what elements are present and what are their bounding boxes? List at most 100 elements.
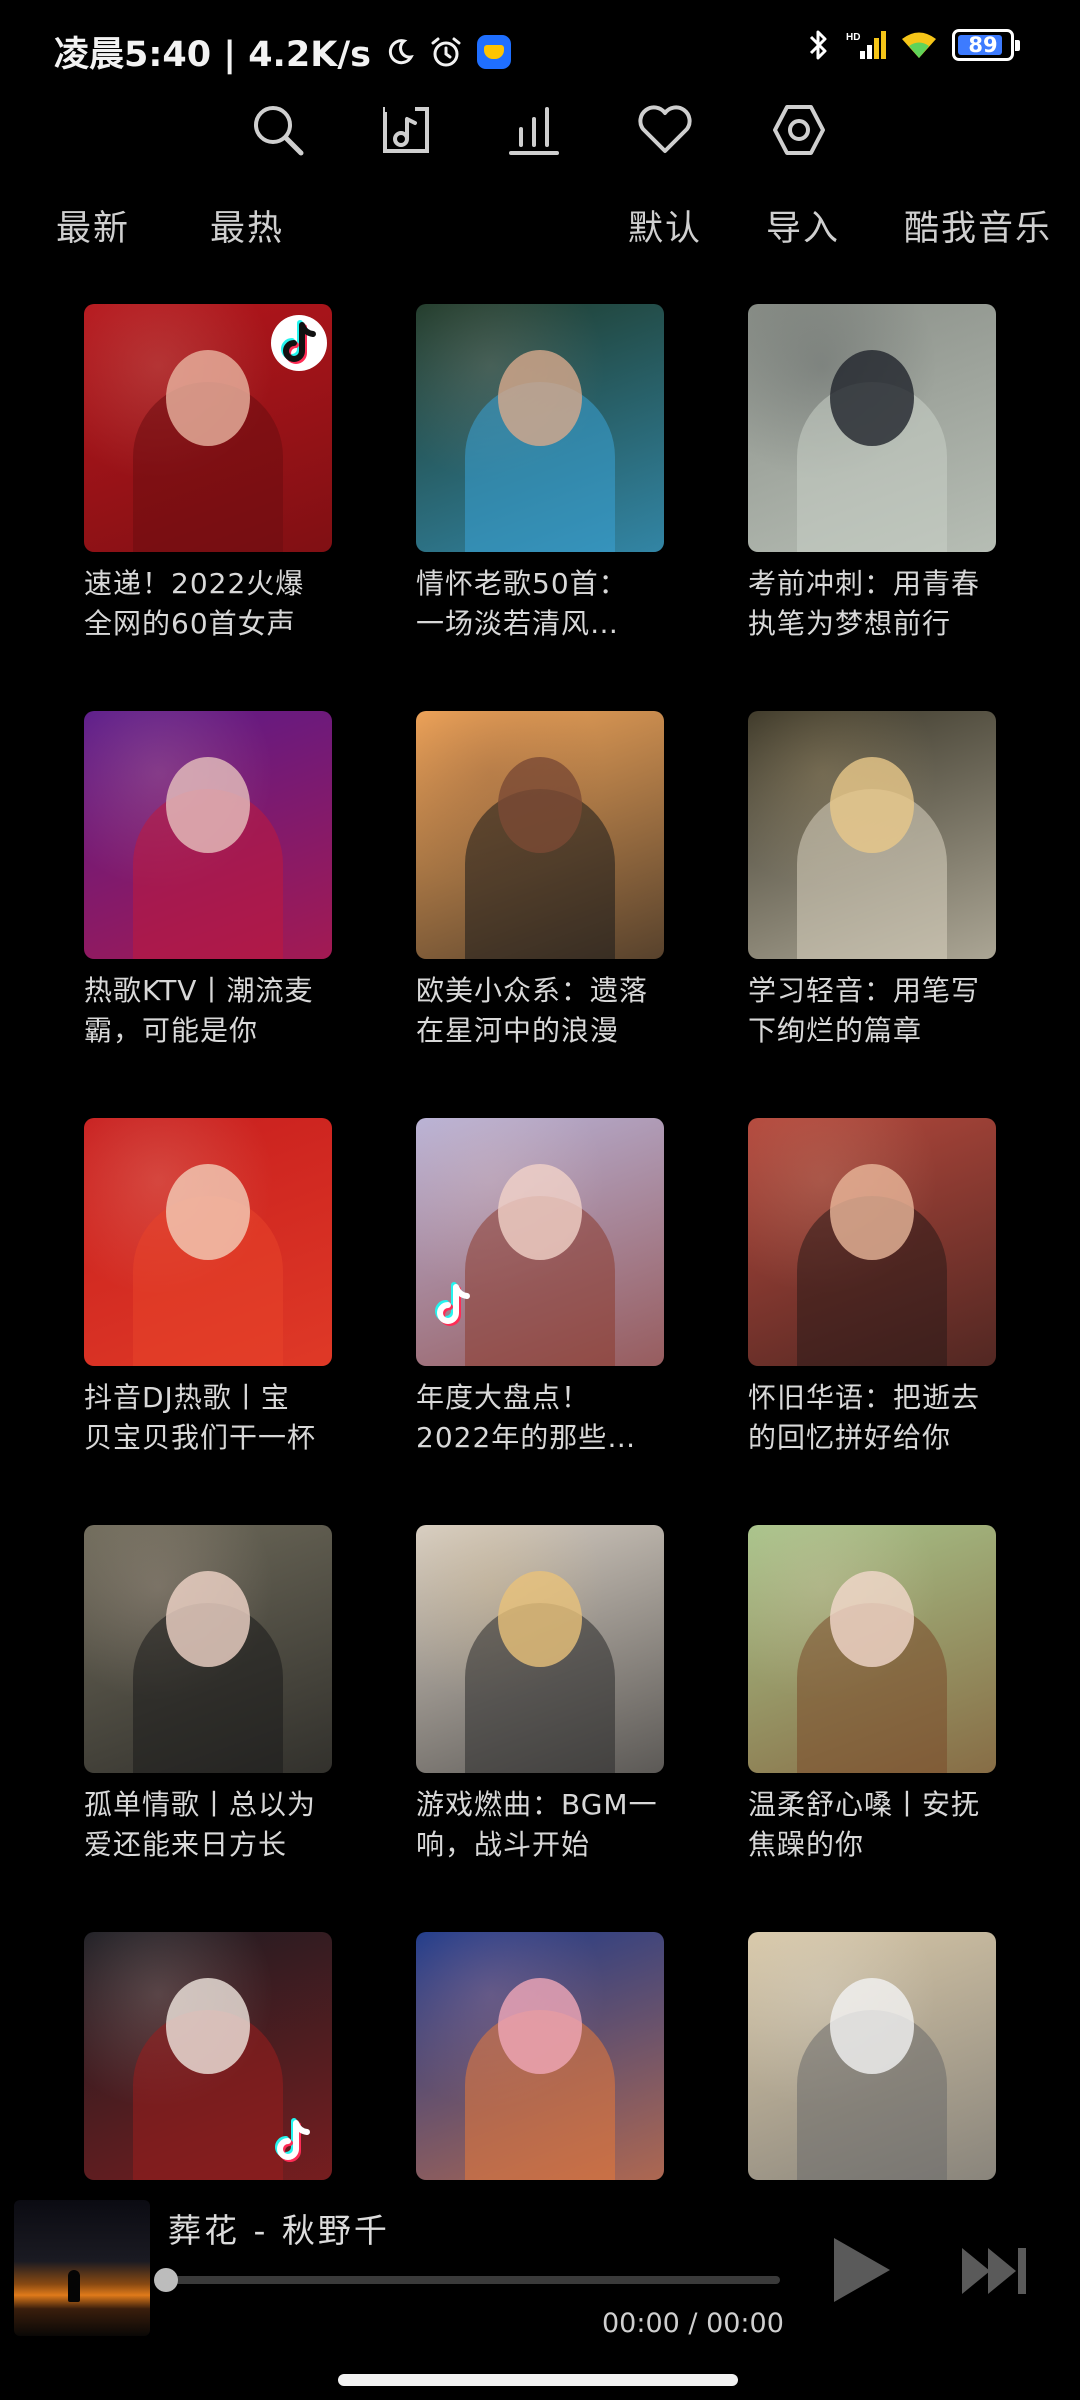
charts-button[interactable]	[494, 90, 574, 170]
local-music-button[interactable]	[366, 90, 446, 170]
settings-button[interactable]	[759, 90, 839, 170]
playlist-cover[interactable]	[416, 304, 664, 552]
playlist-title: 怀旧华语：把逝去 的回忆拼好给你	[748, 1378, 996, 1458]
playlist-title-line2: 在星河中的浪漫	[416, 1014, 620, 1047]
playlist-cover[interactable]	[84, 711, 332, 959]
cover-figure-head	[830, 1571, 914, 1667]
playlist-title-line2: 爱还能来日方长	[84, 1828, 288, 1861]
playlist-card[interactable]: 游戏燃曲：BGM一 响，战斗开始	[416, 1525, 664, 1865]
bluetooth-icon	[809, 30, 827, 60]
filter-row: 最新 最热 默认 导入 酷我音乐	[0, 200, 1080, 260]
app-notification-icon	[476, 34, 511, 69]
playlist-title-line1: 学习轻音：用笔写	[748, 974, 981, 1007]
playlist-card[interactable]: 怀旧华语：把逝去 的回忆拼好给你	[748, 1118, 996, 1458]
playlist-title-line1: 抖音DJ热歌丨宝	[84, 1381, 290, 1414]
playlist-cover[interactable]	[416, 711, 664, 959]
playlist-cover[interactable]	[748, 304, 996, 552]
cover-figure-head	[166, 1164, 250, 1260]
seek-thumb[interactable]	[154, 2268, 178, 2292]
playlist-title-line1: 怀旧华语：把逝去	[748, 1381, 981, 1414]
music-folder-icon	[383, 106, 429, 153]
cover-figure-head	[830, 350, 914, 446]
tiktok-icon	[268, 312, 330, 374]
playlist-title: 温柔舒心嗓丨安抚 焦躁的你	[748, 1785, 996, 1865]
cover-figure-head	[166, 757, 250, 853]
cover-figure-head	[166, 1571, 250, 1667]
playlist-card[interactable]: 孤单情歌丨总以为 爱还能来日方长	[84, 1525, 332, 1865]
playlist-cover[interactable]	[748, 1525, 996, 1773]
favorites-button[interactable]	[625, 90, 705, 170]
cover-figure-head	[498, 1164, 582, 1260]
playlist-cover[interactable]	[748, 1932, 996, 2180]
cover-figure-head	[830, 1978, 914, 2074]
playlist-card[interactable]: 学习轻音：用笔写 下绚烂的篇章	[748, 711, 996, 1051]
kuwo-music-button[interactable]: 酷我音乐	[904, 200, 1052, 251]
playlist-cover[interactable]	[748, 1118, 996, 1366]
filter-hottest[interactable]: 最热	[210, 200, 284, 251]
cover-figure-head	[498, 757, 582, 853]
cover-figure-head	[498, 1571, 582, 1667]
wifi-icon	[902, 32, 936, 58]
playlist-card[interactable]: 速递！2022火爆 全网的60首女声	[84, 304, 332, 644]
playlist-title: 热歌KTV丨潮流麦 霸，可能是你	[84, 971, 332, 1051]
filter-latest[interactable]: 最新	[56, 200, 130, 251]
cover-figure-head	[830, 1164, 914, 1260]
playlist-card[interactable]: 温柔舒心嗓丨安抚 焦躁的你	[748, 1525, 996, 1865]
settings-icon	[773, 105, 825, 155]
playlist-cover[interactable]	[416, 1525, 664, 1773]
mini-player: 葬花 - 秋野千 00:00 / 00:00	[0, 2190, 1080, 2350]
status-right: HD 89	[806, 28, 1020, 62]
playlist-card[interactable]: 欧美小众系：遗落 在星河中的浪漫	[416, 711, 664, 1051]
search-icon	[254, 106, 304, 156]
seek-bar[interactable]	[154, 2268, 780, 2292]
playlist-title-line1: 欧美小众系：遗落	[416, 974, 649, 1007]
playlist-title-line1: 热歌KTV丨潮流麦	[84, 974, 314, 1007]
sort-default[interactable]: 默认	[628, 200, 702, 251]
playlist-title: 孤单情歌丨总以为 爱还能来日方长	[84, 1785, 332, 1865]
playlist-card[interactable]: 考前冲刺：用青春 执笔为梦想前行	[748, 304, 996, 644]
status-left: 凌晨5:40 | 4.2K/s	[54, 26, 511, 77]
toolbar	[0, 90, 1080, 170]
import-button[interactable]: 导入	[766, 200, 840, 251]
battery-icon: 89	[952, 29, 1020, 61]
playlist-title-line1: 速递！2022火爆	[84, 567, 305, 600]
hd-signal-icon: HD	[846, 31, 886, 59]
playlist-title-line2: 一场淡若清风…	[416, 607, 620, 640]
status-time: 凌晨5:40 | 4.2K/s	[54, 35, 371, 75]
playlist-cover[interactable]	[84, 1932, 332, 2180]
playlist-cover[interactable]	[84, 1118, 332, 1366]
playlist-title-line2: 响，战斗开始	[416, 1828, 591, 1861]
playlist-card[interactable]: 抖音DJ热歌丨宝 贝宝贝我们干一杯	[84, 1118, 332, 1458]
tiktok-icon	[262, 2110, 324, 2172]
tiktok-icon	[422, 1274, 484, 1336]
now-playing-title[interactable]: 葬花 - 秋野千	[168, 2204, 390, 2252]
playlist-cover[interactable]	[416, 1118, 664, 1366]
cover-figure-head	[498, 350, 582, 446]
svg-text:HD: HD	[846, 32, 860, 43]
playlist-title-line1: 温柔舒心嗓丨安抚	[748, 1788, 981, 1821]
search-button[interactable]	[238, 90, 318, 170]
heart-icon	[638, 105, 692, 153]
next-track-button[interactable]	[958, 2240, 1030, 2302]
playlist-cover[interactable]	[416, 1932, 664, 2180]
playlist-title-line2: 全网的60首女声	[84, 607, 296, 640]
playlist-title-line1: 游戏燃曲：BGM一	[416, 1788, 658, 1821]
now-playing-cover[interactable]	[14, 2200, 150, 2336]
playlist-card[interactable]: 年度大盘点！ 2022年的那些…	[416, 1118, 664, 1458]
playlist-title: 考前冲刺：用青春 执笔为梦想前行	[748, 564, 996, 644]
playlist-cover[interactable]	[84, 1525, 332, 1773]
cover-figure-head	[498, 1978, 582, 2074]
playlist-title-line2: 霸，可能是你	[84, 1014, 259, 1047]
home-indicator[interactable]	[338, 2374, 738, 2386]
playlist-title-line2: 的回忆拼好给你	[748, 1421, 952, 1454]
playlist-card[interactable]: 热歌KTV丨潮流麦 霸，可能是你	[84, 711, 332, 1051]
cover-figure-head	[166, 350, 250, 446]
play-button[interactable]	[820, 2230, 900, 2310]
playlist-title: 学习轻音：用笔写 下绚烂的篇章	[748, 971, 996, 1051]
playlist-cover[interactable]	[84, 304, 332, 552]
playlist-cover[interactable]	[748, 711, 996, 959]
moon-icon	[388, 38, 414, 64]
playlist-title: 游戏燃曲：BGM一 响，战斗开始	[416, 1785, 664, 1865]
cover-figure-head	[830, 757, 914, 853]
playlist-card[interactable]: 情怀老歌50首： 一场淡若清风…	[416, 304, 664, 644]
